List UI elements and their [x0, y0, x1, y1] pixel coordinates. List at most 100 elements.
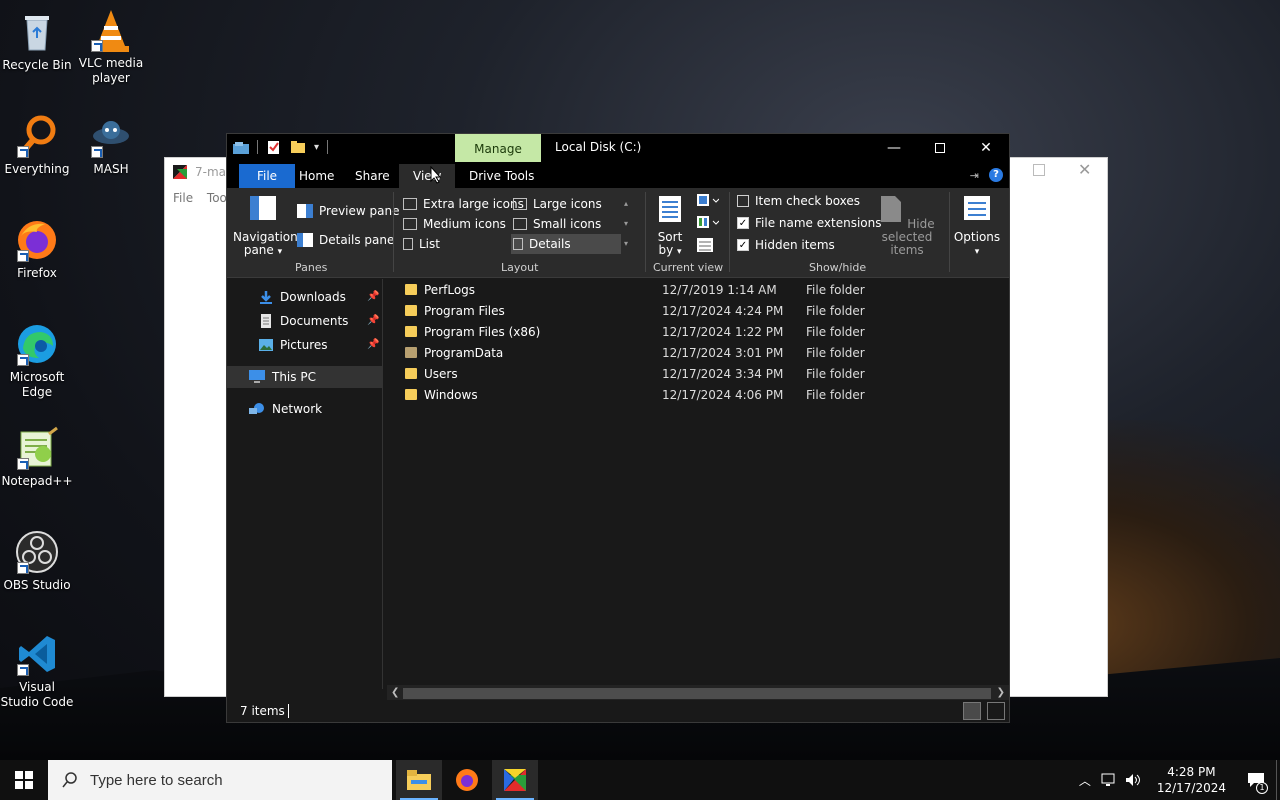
- nav-item-pictures[interactable]: Pictures 📌: [227, 334, 382, 356]
- nav-item-network[interactable]: Network: [227, 398, 382, 420]
- file-row[interactable]: ProgramData 12/17/2024 3:01 PM File fold…: [405, 342, 1005, 363]
- taskbar-file-explorer[interactable]: [396, 760, 442, 800]
- layout-details[interactable]: Details: [511, 234, 621, 254]
- file-row[interactable]: PerfLogs 12/7/2019 1:14 AM File folder: [405, 279, 1005, 300]
- file-row[interactable]: Program Files (x86) 12/17/2024 1:22 PM F…: [405, 321, 1005, 342]
- desktop-icon-notepadpp[interactable]: Notepad++: [0, 426, 74, 489]
- menu-file[interactable]: File: [173, 191, 193, 205]
- maximize-icon[interactable]: [917, 134, 963, 162]
- start-button[interactable]: [0, 760, 48, 800]
- file-type: File folder: [806, 282, 865, 297]
- file-date: 12/17/2024 1:22 PM: [662, 324, 784, 339]
- checkbox-checked[interactable]: ✓: [737, 239, 749, 251]
- item-count: 7 items: [240, 704, 285, 718]
- nav-item-downloads[interactable]: Downloads 📌: [227, 286, 382, 308]
- minimize-icon[interactable]: —: [871, 134, 917, 162]
- network-status-icon[interactable]: [1101, 773, 1117, 787]
- desktop-icon-everything[interactable]: Everything: [0, 114, 74, 177]
- checkbox-unchecked[interactable]: [737, 195, 749, 207]
- desktop-icon-mash[interactable]: MASH: [74, 114, 148, 177]
- nav-item-this-pc[interactable]: This PC: [227, 366, 382, 388]
- tab-manage[interactable]: Manage: [455, 134, 541, 162]
- details-pane-button[interactable]: Details pane: [297, 233, 394, 247]
- desktop-icon-recycle-bin[interactable]: Recycle Bin: [0, 10, 74, 73]
- search-placeholder: Type here to search: [90, 771, 223, 789]
- desktop-icon-firefox[interactable]: Firefox: [0, 218, 74, 281]
- pin-icon[interactable]: 📌: [367, 291, 379, 302]
- file-row[interactable]: Windows 12/17/2024 4:06 PM File folder: [405, 384, 1005, 405]
- layout-medium-icons[interactable]: Medium icons: [403, 214, 506, 234]
- pin-ribbon-icon[interactable]: ⇥: [970, 169, 979, 182]
- tab-drive-tools[interactable]: Drive Tools: [455, 164, 548, 188]
- properties-icon[interactable]: [266, 140, 282, 154]
- options-button[interactable]: Options ▾: [953, 194, 1001, 259]
- nav-item-documents[interactable]: Documents 📌: [227, 310, 382, 332]
- hidden-items-toggle[interactable]: ✓ Hidden items: [737, 238, 835, 252]
- desktop-icon-obs[interactable]: OBS Studio: [0, 530, 74, 593]
- layout-large-icons[interactable]: Large icons: [513, 194, 602, 214]
- taskbar-7zip[interactable]: [492, 760, 538, 800]
- maximize-icon[interactable]: [1033, 164, 1045, 176]
- preview-pane-button[interactable]: Preview pane: [297, 204, 399, 218]
- scrollbar-thumb[interactable]: [403, 688, 991, 699]
- file-row[interactable]: Program Files 12/17/2024 4:24 PM File fo…: [405, 300, 1005, 321]
- explorer-titlebar[interactable]: ▾ Manage Local Disk (C:) — ✕: [227, 134, 1009, 162]
- file-row[interactable]: Users 12/17/2024 3:34 PM File folder: [405, 363, 1005, 384]
- clock[interactable]: 4:28 PM 12/17/2024: [1157, 764, 1226, 796]
- small-icons-icon: [513, 218, 527, 230]
- navigation-pane[interactable]: Downloads 📌 Documents 📌 Pictures 📌 This …: [227, 279, 383, 689]
- size-columns-button[interactable]: [697, 238, 713, 255]
- layout-small-icons[interactable]: Small icons: [513, 214, 601, 234]
- group-by-button[interactable]: [697, 194, 720, 211]
- hidden-items-label: Hidden items: [755, 238, 835, 252]
- file-explorer-window[interactable]: ▾ Manage Local Disk (C:) — ✕ File Home S…: [226, 133, 1010, 723]
- volume-icon[interactable]: [1125, 773, 1141, 787]
- shortcut-arrow-icon: [17, 562, 29, 574]
- scroll-right-icon[interactable]: ❯: [997, 687, 1005, 698]
- details-view-icon[interactable]: [963, 702, 981, 720]
- close-icon[interactable]: ✕: [963, 134, 1009, 162]
- show-desktop-button[interactable]: [1276, 760, 1280, 800]
- window-title: Local Disk (C:): [555, 140, 642, 154]
- help-icon[interactable]: ?: [989, 168, 1003, 182]
- item-check-boxes-toggle[interactable]: Item check boxes: [737, 194, 860, 208]
- pin-icon[interactable]: 📌: [367, 339, 379, 350]
- tab-share[interactable]: Share: [341, 164, 404, 188]
- sort-by-button[interactable]: Sort by ▾: [653, 194, 687, 259]
- add-columns-button[interactable]: [697, 216, 720, 233]
- file-name-extensions-label: File name extensions: [755, 216, 882, 230]
- taskbar-firefox[interactable]: [444, 760, 490, 800]
- hide-selected-items-button[interactable]: Hide selected items: [869, 194, 945, 257]
- pin-icon[interactable]: 📌: [367, 315, 379, 326]
- this-pc-icon: [249, 370, 265, 383]
- desktop-icon-vlc[interactable]: VLC media player: [74, 8, 148, 86]
- taskbar-search-box[interactable]: Type here to search: [48, 760, 392, 800]
- desktop-icon-edge[interactable]: Microsoft Edge: [0, 322, 74, 400]
- layout-extra-large-icons[interactable]: Extra large icons: [403, 194, 524, 214]
- large-icons-view-icon[interactable]: [987, 702, 1005, 720]
- layout-scroll[interactable]: ▴ ▾ ▾: [624, 194, 628, 254]
- desktop-icon-vscode[interactable]: Visual Studio Code: [0, 632, 74, 710]
- file-list[interactable]: PerfLogs 12/7/2019 1:14 AM File folder P…: [387, 279, 1009, 689]
- file-type: File folder: [806, 387, 865, 402]
- navigation-pane-button[interactable]: Navigation pane ▾: [233, 194, 298, 259]
- notification-center-button[interactable]: 1: [1236, 760, 1276, 800]
- scroll-left-icon[interactable]: ❮: [391, 687, 399, 698]
- tab-home[interactable]: Home: [285, 164, 348, 188]
- customize-toolbar-icon[interactable]: ▾: [314, 142, 319, 153]
- checkbox-checked[interactable]: ✓: [737, 217, 749, 229]
- file-name-extensions-toggle[interactable]: ✓ File name extensions: [737, 216, 882, 230]
- layout-label: Small icons: [533, 217, 602, 231]
- show-hidden-icons-icon[interactable]: ︿: [1079, 772, 1091, 789]
- status-divider: [288, 704, 289, 718]
- ribbon-tabs: File Home Share View Drive Tools ⇥ ?: [227, 162, 1009, 188]
- explorer-app-icon: [233, 142, 249, 154]
- tab-view[interactable]: View: [399, 164, 456, 188]
- ribbon-separator: [729, 192, 730, 272]
- new-folder-icon[interactable]: [290, 140, 306, 154]
- file-date: 12/17/2024 3:34 PM: [662, 366, 784, 381]
- layout-list[interactable]: List: [403, 234, 440, 254]
- close-icon[interactable]: ✕: [1078, 160, 1091, 179]
- folder-icon: [405, 284, 417, 295]
- recycle-bin-icon: [15, 10, 59, 54]
